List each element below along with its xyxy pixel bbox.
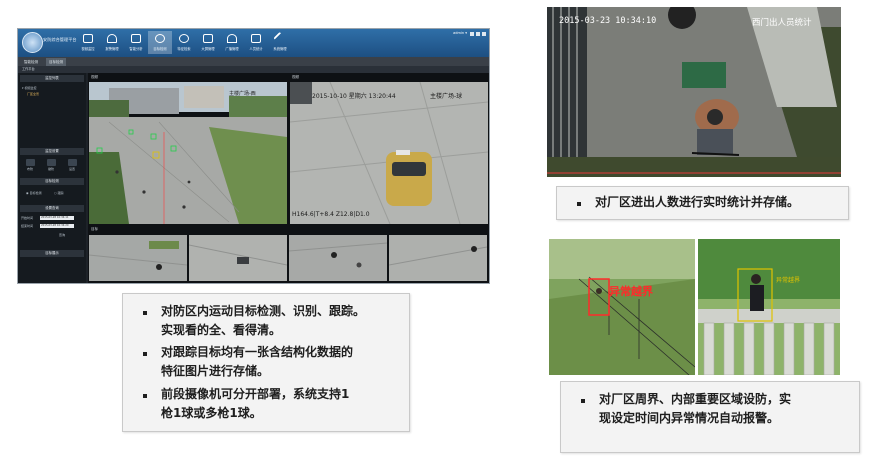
nav-item-screen[interactable]: 大屏管理	[196, 31, 220, 54]
photo-people-counting: 2015-03-23 10:34:10 西门出人员统计	[547, 7, 841, 177]
panel-monitor-list[interactable]: 监控列表	[20, 75, 84, 82]
surveillance-software-screenshot: 安防综合管理平台 视频监控 报警管理 智能分析 目标检测 特征检索 大屏管理 广…	[17, 28, 490, 284]
search-icon	[179, 34, 189, 43]
broadcast-icon	[227, 34, 237, 43]
panel-monitor-settings[interactable]: 监控设置	[20, 148, 84, 155]
main-nav: 视频监控 报警管理 智能分析 目标检测 特征检索 大屏管理 广播管理 人员统计 …	[76, 31, 292, 54]
cam2-ptz-info: H164.6|T+8.4 Z12.8|D1.0	[292, 211, 370, 218]
radio-detect[interactable]: ◉ 目标检测	[26, 191, 42, 195]
arm-label: 布防	[27, 167, 34, 171]
sidebar: 监控列表 ▾ 视频监控 厂区全景 监控设置 布防 撤防 设置 目标检测 ◉ 目标…	[18, 73, 86, 283]
bullet-text: 实现看的全、看得清。	[161, 323, 282, 337]
tab-target-detect[interactable]: 目标检测	[46, 58, 66, 66]
settings-button[interactable]	[68, 159, 77, 166]
target-thumb[interactable]	[89, 235, 187, 281]
bullet-box-counting: 对厂区进出人数进行实时统计并存储。	[556, 186, 849, 220]
panel-settings-query[interactable]: 设置查询	[20, 205, 84, 212]
plaza-scene-image	[89, 82, 287, 224]
close-icon[interactable]	[482, 32, 486, 36]
camera-icon	[83, 34, 93, 43]
bullet-text: 特征图片进行存储。	[161, 364, 270, 378]
monitor-icon	[203, 34, 213, 43]
nav-item-video[interactable]: 视频监控	[76, 31, 100, 54]
camera-view-dome[interactable]: 2015-10-10 星期六 13:20:44 主楼广场-球 H164.6|T+…	[290, 82, 488, 224]
cam2-timestamp: 2015-10-10 星期六 13:20:44	[312, 93, 396, 100]
window-controls	[470, 32, 486, 36]
target-thumb[interactable]	[289, 235, 387, 281]
logo-icon	[22, 32, 43, 53]
tree-root[interactable]: ▾ 视频监控	[22, 86, 36, 90]
counting-label: 西门出人员统计	[752, 18, 812, 28]
bullet-text: 对防区内运动目标检测、识别、跟踪。	[161, 304, 366, 318]
panel-target-detection[interactable]: 目标检测	[20, 178, 84, 185]
app-title: 安防综合管理平台	[43, 37, 77, 42]
bullet-box-detection: 对防区内运动目标检测、识别、跟踪。 实现看的全、看得清。 对跟踪目标均有一张含结…	[122, 293, 410, 432]
target-thumb[interactable]	[389, 235, 487, 281]
target-thumb-image	[189, 244, 287, 266]
bullet-text: 对厂区周界、内部重要区域设防，实	[599, 392, 792, 406]
bullet-text: 现设定时间内异常情况自动报警。	[599, 411, 780, 425]
fence-scene-image	[549, 239, 695, 375]
bullet-icon	[143, 352, 147, 356]
tab-smart-detect[interactable]: 智能检测	[21, 58, 41, 66]
thumbs-label: 目标	[91, 227, 98, 231]
bullet-icon	[143, 311, 147, 315]
settings-label: 设置	[69, 167, 76, 171]
nav-item-broadcast[interactable]: 广播管理	[220, 31, 244, 54]
dome-scene-image	[290, 82, 488, 224]
tools-icon	[273, 31, 287, 46]
panel-target-display[interactable]: 目标展示	[20, 250, 84, 257]
user-menu[interactable]: admin ▾	[453, 31, 467, 36]
video-label: 视频	[91, 75, 98, 79]
cam1-osd-label: 主楼广场-西	[229, 91, 256, 97]
disarm-label: 撤防	[48, 167, 55, 171]
tab-bar: 智能检测 目标检测	[18, 57, 489, 66]
start-time-label: 开始时间	[21, 216, 34, 220]
radio-track[interactable]: ○ 跟踪	[54, 191, 64, 195]
nav-item-detection[interactable]: 目标检测	[148, 31, 172, 54]
end-time-label: 结束时间	[21, 224, 34, 228]
arm-button[interactable]	[26, 159, 35, 166]
bullet-text: 枪1球或多枪1球。	[161, 406, 262, 420]
minimize-icon[interactable]	[470, 32, 474, 36]
photo-perimeter-bridge: 异常越界	[698, 239, 840, 375]
camera-view-plaza[interactable]: 主楼广场-西	[89, 82, 287, 224]
end-time-input[interactable]: 2015-03-28 10:34:20	[40, 224, 74, 228]
disarm-button[interactable]	[47, 159, 56, 166]
nav-item-system[interactable]: 系统管理	[268, 31, 292, 54]
nav-item-counting[interactable]: 人员统计	[244, 31, 268, 54]
photo-perimeter-fence: 异常越界	[549, 239, 695, 375]
bullet-icon	[581, 399, 585, 403]
bullet-box-perimeter: 对厂区周界、内部重要区域设防，实 现设定时间内异常情况自动报警。	[560, 381, 860, 453]
target-thumb-image	[389, 246, 487, 266]
target-thumb[interactable]	[189, 235, 287, 281]
breadcrumb: 工作平台	[18, 66, 489, 73]
bell-icon	[107, 34, 117, 43]
bullet-text: 对跟踪目标均有一张含结构化数据的	[161, 345, 354, 359]
bullet-text: 对厂区进出人数进行实时统计并存储。	[595, 195, 800, 209]
bullet-icon	[577, 202, 581, 206]
alarm-label: 异常越界	[609, 285, 653, 298]
chart-icon	[131, 34, 141, 43]
bullet-icon	[143, 394, 147, 398]
start-time-input[interactable]: 2015-03-28 10:34:11	[40, 216, 74, 220]
nav-item-analysis[interactable]: 智能分析	[124, 31, 148, 54]
target-thumb-image	[289, 242, 387, 268]
tree-child[interactable]: 厂区全景	[27, 92, 39, 96]
cam2-osd-label: 主楼广场-球	[430, 93, 463, 100]
counting-timestamp: 2015-03-23 10:34:10	[559, 16, 657, 26]
nav-item-alarm[interactable]: 报警管理	[100, 31, 124, 54]
alarm-label-small: 异常越界	[776, 277, 801, 284]
app-header: 安防综合管理平台 视频监控 报警管理 智能分析 目标检测 特征检索 大屏管理 广…	[18, 29, 489, 57]
counting-scene-image	[547, 7, 841, 177]
query-button[interactable]: 查询	[59, 233, 65, 237]
target-icon	[155, 34, 165, 43]
video-label-2: 视频	[292, 75, 299, 79]
bullet-text: 前段摄像机可分开部署，系统支持1	[161, 387, 350, 401]
bridge-scene-image	[698, 239, 840, 375]
target-thumb-image	[89, 241, 187, 270]
nav-item-search[interactable]: 特征检索	[172, 31, 196, 54]
truck-icon	[251, 34, 261, 43]
maximize-icon[interactable]	[476, 32, 480, 36]
